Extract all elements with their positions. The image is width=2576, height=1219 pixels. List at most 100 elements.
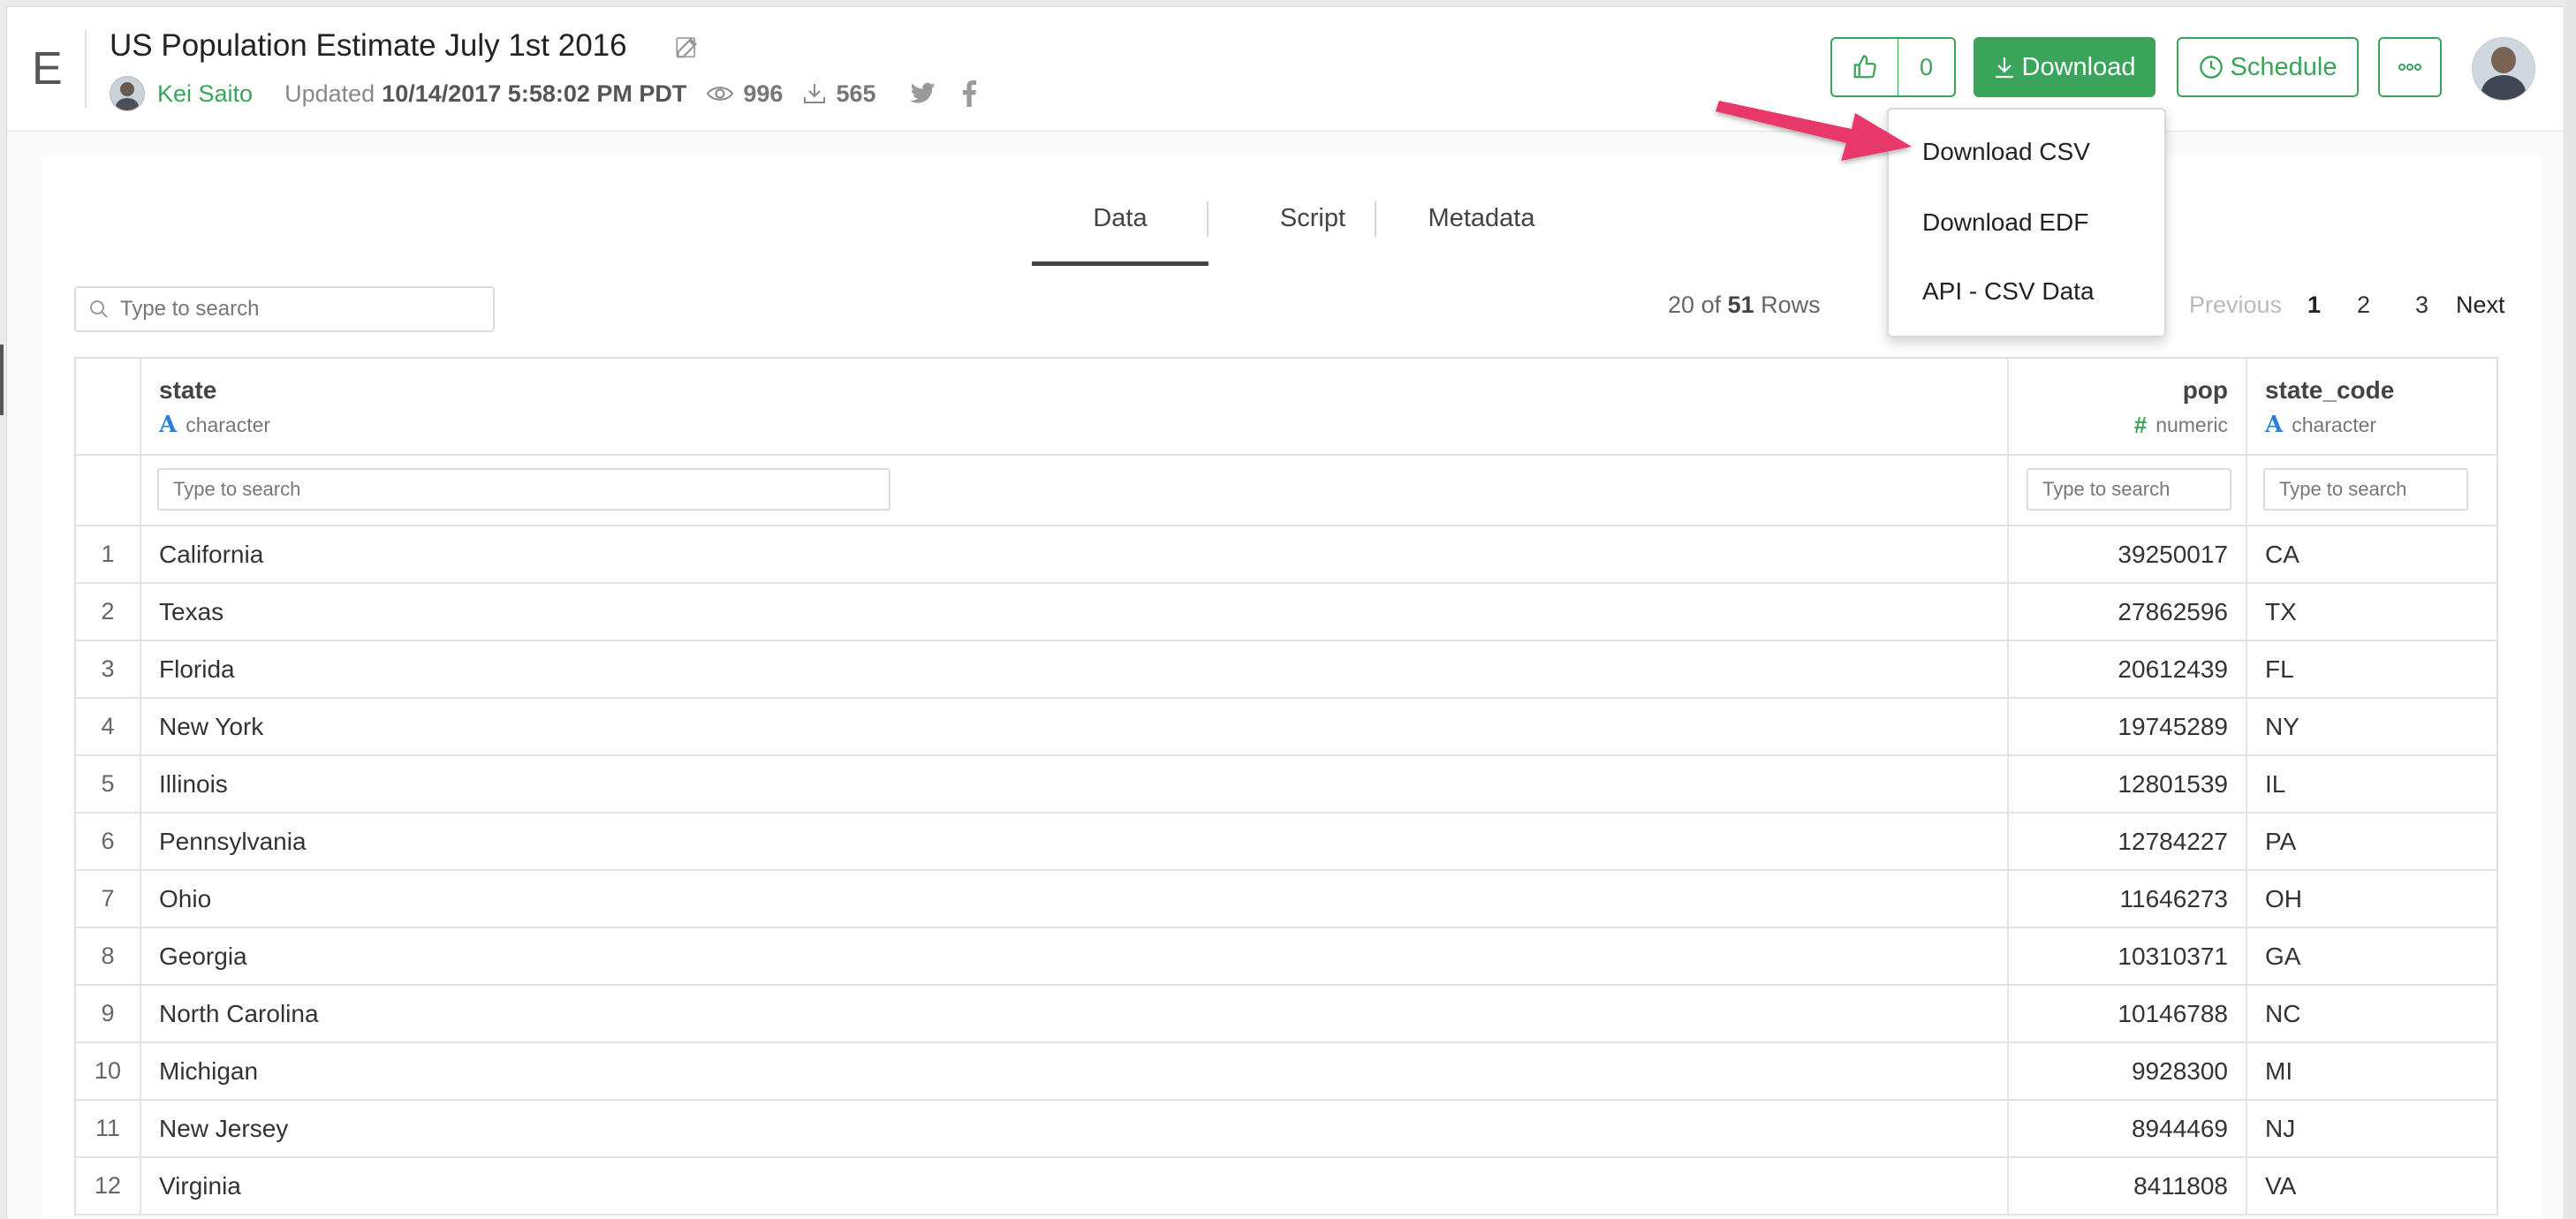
pop-search-input[interactable]	[2041, 477, 2230, 502]
table-body: 1 California 39250017 CA 2 Texas 2786259…	[76, 526, 2496, 1215]
pop-cell: 10310371	[2118, 942, 2228, 970]
state-cell: New Jersey	[159, 1114, 289, 1142]
tab-separator	[1375, 201, 1376, 237]
tab-data[interactable]: Data	[1032, 196, 1208, 266]
table-row: 7 Ohio 11646273 OH	[76, 871, 2496, 928]
character-type-icon: A	[159, 412, 178, 438]
state-column-search[interactable]	[157, 468, 890, 511]
app-logo[interactable]: E	[32, 44, 63, 94]
pop-column-search[interactable]	[2027, 468, 2231, 511]
state-code-column-search[interactable]	[2263, 468, 2468, 511]
state-code-cell: TX	[2265, 597, 2297, 625]
row-number: 10	[94, 1057, 122, 1084]
download-button-label: Download	[2021, 52, 2136, 81]
state-cell: North Carolina	[159, 999, 319, 1027]
updated-label: Updated	[284, 80, 375, 107]
window-edge-left	[0, 344, 4, 415]
browser-window: E US Population Estimate July 1st 2016 K…	[7, 7, 2564, 1219]
twitter-icon[interactable]	[909, 82, 936, 105]
download-button[interactable]: Download	[1974, 37, 2156, 97]
column-header-pop[interactable]: pop # numeric	[2009, 359, 2247, 454]
view-count: 996	[706, 80, 783, 108]
numeric-type-icon: #	[2133, 412, 2148, 438]
ellipsis-icon	[2398, 64, 2421, 71]
search-icon	[90, 300, 108, 318]
table-row: 4 New York 19745289 NY	[76, 699, 2496, 756]
schedule-button[interactable]: Schedule	[2177, 37, 2359, 97]
row-number: 9	[101, 1000, 115, 1026]
state-cell: Michigan	[159, 1056, 259, 1085]
pagination-page-2[interactable]: 2	[2357, 292, 2370, 319]
page-title: US Population Estimate July 1st 2016	[110, 28, 627, 63]
pop-cell: 12801539	[2118, 769, 2228, 798]
row-number: 2	[101, 598, 115, 625]
table-row: 3 Florida 20612439 FL	[76, 641, 2496, 699]
pagination-page-3[interactable]: 3	[2415, 292, 2428, 319]
state-code-search-input[interactable]	[2277, 477, 2466, 502]
row-number: 8	[101, 943, 115, 969]
author-avatar[interactable]	[110, 76, 145, 111]
search-input[interactable]	[118, 296, 493, 322]
table-row: 8 Georgia 10310371 GA	[76, 928, 2496, 986]
like-count[interactable]: 0	[1898, 37, 1956, 97]
table-search[interactable]	[74, 286, 495, 332]
table-row: 1 California 39250017 CA	[76, 526, 2496, 584]
row-number: 4	[101, 713, 115, 739]
table-row: 11 New Jersey 8944469 NJ	[76, 1101, 2496, 1158]
like-button[interactable]	[1830, 37, 1899, 97]
more-options-button[interactable]	[2378, 37, 2442, 97]
column-search-row	[76, 456, 2496, 526]
state-cell: Texas	[159, 597, 224, 625]
pop-cell: 20612439	[2118, 655, 2228, 683]
pop-cell: 9928300	[2131, 1056, 2228, 1085]
download-count: 565	[802, 80, 876, 108]
pop-cell: 8944469	[2131, 1114, 2228, 1142]
tab-separator	[1207, 201, 1208, 237]
state-cell: Pennsylvania	[159, 827, 307, 855]
menu-item-download-edf[interactable]: Download EDF	[1922, 208, 2088, 237]
state-code-cell: NJ	[2265, 1114, 2296, 1142]
state-code-cell: GA	[2265, 942, 2301, 970]
data-table: state A character pop # numeric state_co…	[74, 357, 2498, 1215]
state-code-cell: NC	[2265, 999, 2301, 1027]
column-header-state-code[interactable]: state_code A character	[2247, 359, 2496, 454]
pop-cell: 8411808	[2133, 1171, 2228, 1200]
state-search-input[interactable]	[171, 477, 889, 502]
pop-cell: 11646273	[2119, 884, 2229, 912]
facebook-icon[interactable]	[959, 80, 979, 107]
window-edge-right	[2565, 0, 2576, 1219]
state-code-cell: VA	[2265, 1171, 2297, 1200]
pagination-page-1[interactable]: 1	[2307, 292, 2321, 319]
user-avatar[interactable]	[2472, 37, 2535, 101]
page-header: E US Population Estimate July 1st 2016 K…	[7, 7, 2564, 132]
pagination-previous[interactable]: Previous	[2189, 292, 2282, 319]
schedule-button-label: Schedule	[2230, 52, 2337, 81]
state-code-cell: OH	[2265, 884, 2302, 912]
state-cell: California	[159, 540, 264, 568]
pop-cell: 27862596	[2118, 597, 2228, 625]
table-row: 9 North Carolina 10146788 NC	[76, 986, 2496, 1043]
row-number: 1	[101, 541, 115, 567]
tab-metadata[interactable]: Metadata	[1398, 196, 1565, 240]
state-code-cell: CA	[2265, 540, 2299, 568]
author-link[interactable]: Kei Saito	[157, 80, 253, 108]
menu-item-download-csv[interactable]: Download CSV	[1922, 138, 2090, 166]
state-code-cell: MI	[2265, 1056, 2293, 1085]
updated-timestamp: 10/14/2017 5:58:02 PM PDT	[382, 80, 687, 107]
character-type-icon: A	[2265, 412, 2284, 438]
download-count-value: 565	[836, 80, 876, 107]
pagination-next[interactable]: Next	[2456, 292, 2505, 319]
row-number: 7	[101, 885, 115, 912]
row-number: 6	[101, 828, 115, 854]
menu-item-api-csv-data[interactable]: API - CSV Data	[1922, 277, 2095, 306]
state-code-cell: NY	[2265, 712, 2299, 740]
table-row: 10 Michigan 9928300 MI	[76, 1043, 2496, 1101]
state-code-cell: PA	[2265, 827, 2297, 855]
edit-icon[interactable]	[673, 32, 703, 62]
state-cell: Virginia	[159, 1171, 241, 1200]
state-cell: Georgia	[159, 942, 247, 970]
pop-cell: 19745289	[2118, 712, 2228, 740]
column-header-state[interactable]: state A character	[141, 359, 2009, 454]
tab-script[interactable]: Script	[1242, 196, 1383, 240]
table-header-row: state A character pop # numeric state_co…	[76, 359, 2496, 456]
